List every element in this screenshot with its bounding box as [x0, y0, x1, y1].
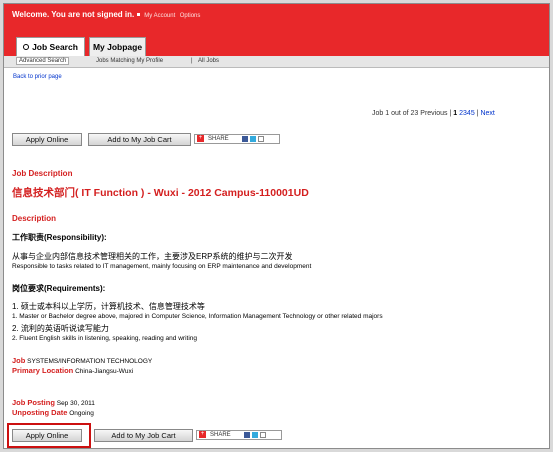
job-category-label: Job: [12, 356, 26, 365]
add-to-cart-button-top[interactable]: Add to My Job Cart: [88, 133, 191, 146]
share-widget-bottom[interactable]: + SHARE: [196, 430, 282, 440]
tab-my-jobpage[interactable]: My Jobpage: [89, 37, 146, 56]
subnav-divider: |: [191, 58, 193, 64]
twitter-icon[interactable]: [250, 136, 257, 142]
browser-frame: Welcome. You are not signed in. My Accoun…: [3, 3, 550, 449]
job-category-value: SYSTEMS/INFORMATION TECHNOLOGY: [27, 358, 153, 365]
search-icon: [23, 44, 30, 50]
all-jobs-link[interactable]: All Jobs: [198, 58, 219, 64]
facebook-icon[interactable]: [244, 432, 251, 438]
bullet-icon: [137, 12, 141, 16]
apply-online-button-top[interactable]: Apply Online: [12, 133, 82, 146]
unposting-row: Unposting Date Ongoing: [12, 408, 94, 417]
pager-next[interactable]: Next: [480, 110, 494, 117]
requirement-2-en: 2. Fluent English skills in listening, s…: [12, 335, 197, 342]
location-row: Primary Location China-Jiangsu-Wuxi: [12, 366, 133, 375]
requirement-2-cn: 2. 流利的英语听说读写能力: [12, 324, 109, 333]
unposting-value: Ongoing: [69, 410, 94, 417]
facebook-icon[interactable]: [242, 136, 249, 142]
advanced-search-link[interactable]: Advanced Search: [16, 57, 70, 65]
requirements-heading: 岗位要求(Requirements):: [12, 284, 106, 293]
requirement-1-en: 1. Master or Bachelor degree above, majo…: [12, 313, 383, 320]
site-header: Welcome. You are not signed in. My Accoun…: [4, 4, 549, 56]
responsibility-heading: 工作职责(Responsibility):: [12, 233, 107, 242]
job-description-heading: Job Description: [12, 169, 73, 178]
add-to-cart-button-bottom[interactable]: Add to My Job Cart: [94, 429, 193, 442]
posting-value: Sep 30, 2011: [56, 400, 95, 407]
jobs-matching-link[interactable]: Jobs Matching My Profile: [96, 58, 163, 64]
pager-previous: Previous: [420, 110, 448, 117]
location-value: China-Jiangsu-Wuxi: [75, 368, 134, 375]
job-category-row: Job SYSTEMS/INFORMATION TECHNOLOGY: [12, 356, 152, 365]
share-label: SHARE: [208, 136, 229, 142]
email-icon[interactable]: [258, 136, 265, 142]
location-label: Primary Location: [12, 366, 74, 375]
share-plus-icon: +: [199, 431, 206, 438]
sub-navigation: Advanced Search Jobs Matching My Profile…: [4, 56, 549, 68]
posting-row: Job Posting Sep 30, 2011: [12, 398, 95, 407]
share-widget-top[interactable]: + SHARE: [194, 134, 280, 144]
pager-page-5[interactable]: 5: [471, 110, 475, 117]
pagination: Job 1 out of 23 Previous | 1 2345 | Next: [372, 110, 495, 117]
email-icon[interactable]: [260, 432, 267, 438]
twitter-icon[interactable]: [252, 432, 259, 438]
welcome-bar: Welcome. You are not signed in. My Accoun…: [12, 10, 200, 19]
pager-current: 1: [453, 110, 458, 117]
description-heading: Description: [12, 214, 57, 223]
apply-online-button-bottom[interactable]: Apply Online: [12, 429, 82, 442]
responsibility-en: Responsible to tasks related to IT manag…: [12, 263, 312, 270]
back-to-prior-link[interactable]: Back to prior page: [13, 74, 62, 80]
tab-job-search[interactable]: Job Search: [16, 37, 85, 56]
pager-summary: Job 1 out of 23: [372, 110, 419, 117]
my-account-link[interactable]: My Account: [144, 13, 175, 19]
share-plus-icon: +: [197, 135, 204, 142]
unposting-label: Unposting Date: [12, 408, 68, 417]
responsibility-cn: 从事与企业内部信息技术管理相关的工作，主要涉及ERP系统的维护与二次开发: [12, 252, 293, 261]
welcome-text: Welcome. You are not signed in.: [12, 10, 135, 19]
posting-label: Job Posting: [12, 398, 55, 407]
share-label: SHARE: [210, 432, 231, 438]
options-link[interactable]: Options: [180, 13, 201, 19]
tab-my-jobpage-label: My Jobpage: [92, 42, 143, 52]
job-title: 信息技术部门( IT Function ) - Wuxi - 2012 Camp…: [12, 187, 309, 199]
tab-job-search-label: Job Search: [32, 42, 78, 52]
requirement-1-cn: 1. 硕士或本科以上学历，计算机技术、信息管理技术等: [12, 302, 205, 311]
